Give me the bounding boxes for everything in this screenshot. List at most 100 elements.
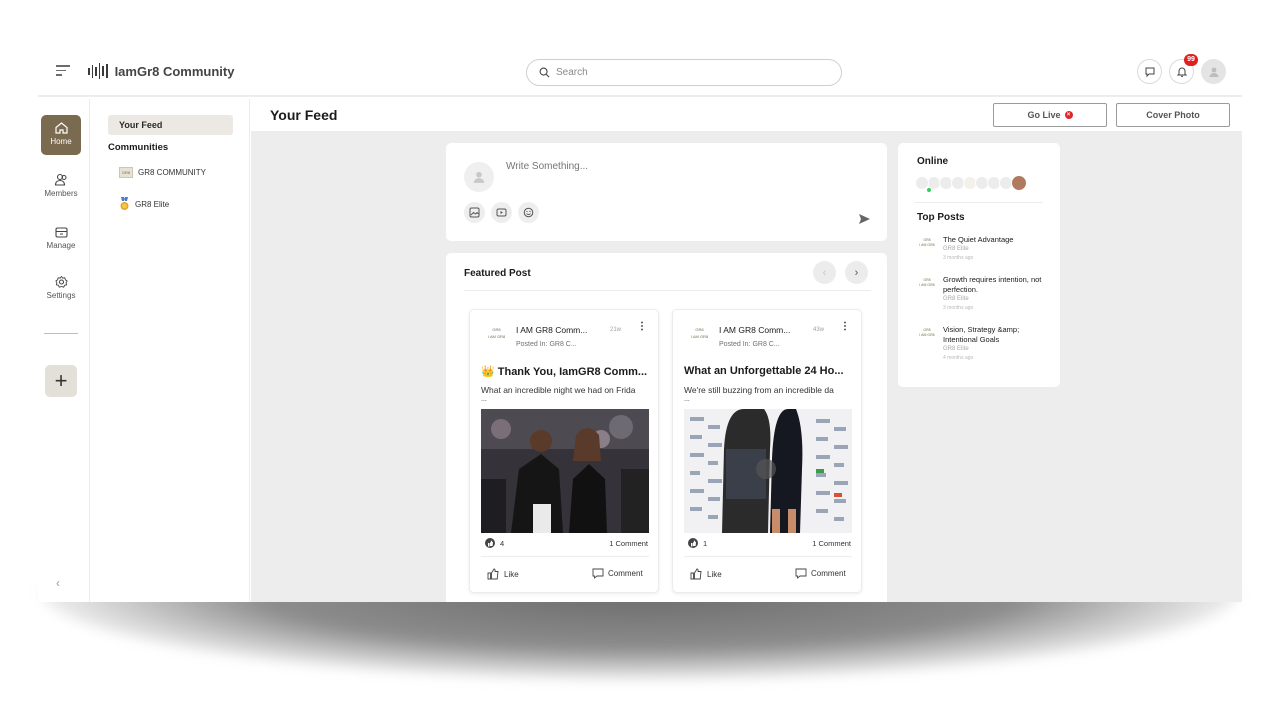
post-community: Posted In: GR8 C... [516, 341, 577, 348]
reactions[interactable]: 4 [485, 538, 504, 548]
composer-avatar [464, 162, 494, 192]
composer-tools [464, 202, 539, 223]
add-community-button[interactable]: + [45, 365, 77, 397]
online-heading: Online [917, 156, 949, 167]
more-vertical-icon[interactable]: ⋮ [840, 322, 850, 332]
cover-photo-button[interactable]: Cover Photo [1116, 103, 1230, 127]
top-icons: 99 [1137, 54, 1226, 84]
search-box[interactable] [526, 59, 842, 86]
community-name: GR8 Elite [135, 199, 170, 209]
like-button[interactable]: Like [690, 568, 722, 580]
user-icon [1209, 67, 1218, 77]
brand[interactable]: IamGr8 Community [88, 63, 234, 79]
add-image-button[interactable] [464, 202, 485, 223]
comment-button[interactable]: Comment [592, 568, 643, 579]
search-icon [539, 67, 550, 78]
add-video-button[interactable] [491, 202, 512, 223]
go-live-button[interactable]: Go Live × [993, 103, 1107, 127]
add-emoji-button[interactable] [518, 202, 539, 223]
post-author[interactable]: I AM GR8 Comm... [516, 325, 587, 335]
composer-input[interactable] [506, 161, 856, 172]
app-window: IamGr8 Community 99 Home Members [38, 45, 1242, 602]
rail-manage[interactable]: Manage [41, 225, 81, 250]
post-card[interactable]: GR8 I AM GR8 I AM GR8 Comm... 43w ⋮ Poste… [672, 309, 862, 593]
video-icon [496, 208, 507, 217]
more-vertical-icon[interactable]: ⋮ [637, 322, 647, 332]
featured-next-button[interactable]: › [845, 261, 868, 284]
community-logo-icon: GR8 I AM GR8 [919, 238, 935, 247]
like-label: Like [707, 569, 722, 579]
chevron-left-icon: ‹ [822, 266, 827, 279]
comment-label: Comment [811, 569, 846, 578]
online-status-icon [926, 187, 932, 193]
rail-members[interactable]: Members [41, 173, 81, 198]
communities-panel: Your Feed Communities GR8 GR8 COMMUNITY … [91, 99, 250, 602]
online-avatar[interactable] [1011, 175, 1027, 191]
post-author[interactable]: I AM GR8 Comm... [719, 325, 790, 335]
comment-count[interactable]: 1 Comment [609, 539, 648, 548]
post-title[interactable]: What an Unforgettable 24 Ho... [684, 365, 856, 377]
top-post-item[interactable]: GR8 I AM GR8 Vision, Strategy &amp; Inten… [917, 325, 1043, 361]
send-button[interactable] [858, 212, 871, 230]
emoji-icon [523, 207, 534, 218]
user-avatar[interactable] [1201, 59, 1226, 84]
featured-prev-button[interactable]: ‹ [813, 261, 836, 284]
post-divider [481, 556, 649, 557]
top-posts-heading: Top Posts [917, 212, 965, 223]
rail-divider [44, 333, 78, 334]
left-rail: Home Members Manage Settings + ‹ [38, 99, 90, 602]
medal-icon [120, 197, 129, 210]
collapse-chevron-icon[interactable]: ‹ [56, 576, 60, 590]
search-input[interactable] [556, 67, 816, 78]
plus-icon: + [54, 368, 68, 393]
reactions[interactable]: 1 [688, 538, 707, 548]
top-post-item[interactable]: GR8 I AM GR8 Growth requires intention, n… [917, 275, 1043, 311]
notifications-button[interactable]: 99 [1169, 54, 1198, 84]
page-title: Your Feed [270, 107, 338, 123]
top-post-time: 3 months ago [943, 255, 974, 261]
like-label: Like [504, 569, 519, 579]
post-community: Posted In: GR8 C... [719, 341, 780, 348]
chevron-right-icon: › [854, 266, 859, 279]
comment-icon [592, 568, 604, 579]
bell-icon [1176, 67, 1187, 77]
like-button[interactable]: Like [487, 568, 519, 580]
brand-name: IamGr8 Community [114, 63, 235, 79]
your-feed-tab[interactable]: Your Feed [108, 115, 233, 135]
top-bar: IamGr8 Community 99 [38, 45, 1242, 97]
comment-count[interactable]: 1 Comment [812, 539, 851, 548]
post-image[interactable] [481, 409, 649, 533]
manage-icon [54, 227, 68, 238]
community-item-gr8-community[interactable]: GR8 GR8 COMMUNITY [119, 167, 206, 178]
post-excerpt: What an incredible night we had on Frida [481, 385, 636, 395]
brand-logo-icon [88, 63, 108, 79]
rail-settings[interactable]: Settings [41, 275, 81, 300]
top-post-time: 3 months ago [943, 305, 974, 311]
reactions-count: 1 [703, 538, 708, 548]
comment-button[interactable]: Comment [795, 568, 846, 579]
post-ellipsis: ... [684, 396, 690, 403]
live-dot-icon: × [1064, 111, 1073, 119]
rail-home[interactable]: Home [41, 115, 81, 155]
menu-icon[interactable] [56, 65, 70, 77]
online-avatar[interactable] [915, 176, 932, 193]
featured-post-card: Featured Post ‹ › GR8 I AM GR8 I AM GR8 C… [446, 253, 887, 602]
post-composer [446, 143, 887, 241]
gr8-logo-icon: GR8 [119, 167, 133, 178]
gear-icon [54, 275, 68, 288]
right-sidebar: Online Top Posts GR8 I AM GR8 The Quiet A… [898, 143, 1060, 387]
post-card[interactable]: GR8 I AM GR8 I AM GR8 Comm... 21w ⋮ Poste… [469, 309, 659, 593]
image-icon [469, 207, 480, 218]
top-post-community: GR8 Elite [943, 246, 969, 252]
members-icon [54, 173, 66, 186]
top-post-item[interactable]: GR8 I AM GR8 The Quiet Advantage GR8 Elit… [917, 235, 1043, 261]
chat-icon [1145, 67, 1154, 77]
chat-button[interactable] [1137, 59, 1162, 84]
post-divider [684, 556, 852, 557]
community-item-gr8-elite[interactable]: GR8 Elite [119, 197, 169, 211]
thumbs-up-icon [688, 538, 698, 548]
post-title[interactable]: 👑 Thank You, IamGR8 Comm... [481, 365, 653, 378]
home-icon [54, 122, 68, 134]
online-members [915, 175, 1027, 193]
post-image[interactable] [684, 409, 852, 533]
